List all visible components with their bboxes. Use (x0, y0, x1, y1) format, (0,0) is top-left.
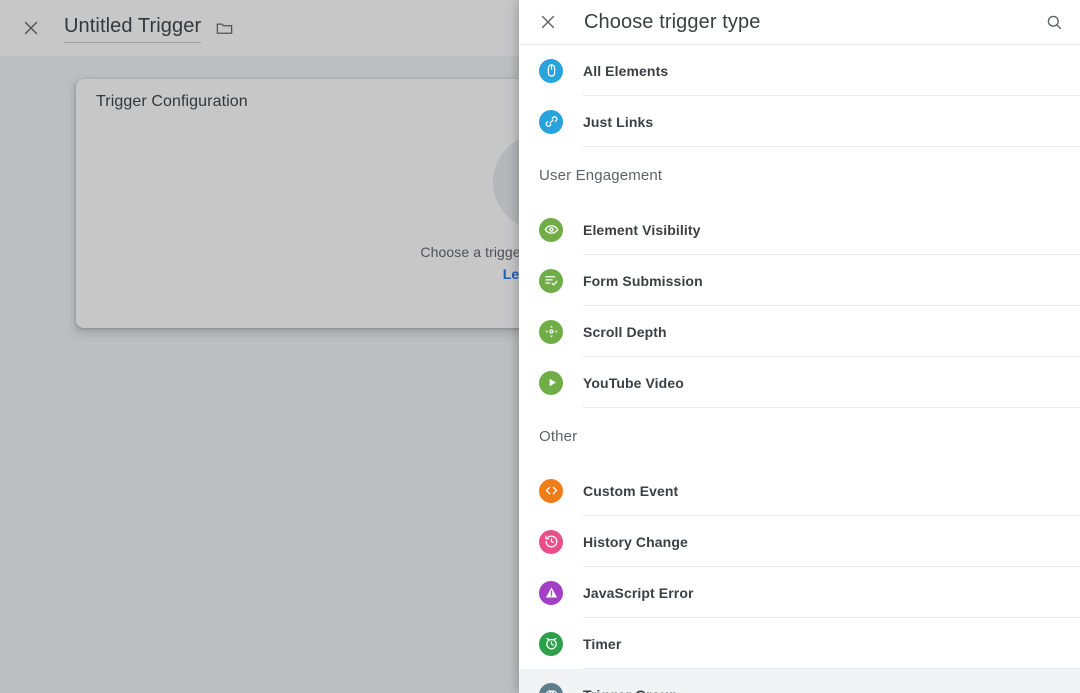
trigger-type-label: Trigger Group (583, 687, 678, 693)
trigger-type-row[interactable]: Element Visibility (519, 204, 1080, 255)
form-check-icon (539, 268, 563, 293)
trigger-type-label: Custom Event (583, 482, 679, 499)
trigger-type-row[interactable]: Trigger Group (519, 669, 1080, 693)
trigger-type-label: Scroll Depth (583, 323, 667, 340)
trigger-type-label: YouTube Video (583, 374, 684, 391)
choose-trigger-type-panel: Choose trigger type All Elements Just Lin… (519, 0, 1080, 693)
trigger-type-row[interactable]: Timer (519, 618, 1080, 669)
trigger-type-row[interactable]: Form Submission (519, 255, 1080, 306)
trigger-type-row[interactable]: JavaScript Error (519, 567, 1080, 618)
trigger-type-label: JavaScript Error (583, 584, 694, 601)
trigger-type-list[interactable]: All Elements Just Links User Engagement Ele… (519, 45, 1080, 693)
link-icon (539, 109, 563, 134)
trigger-type-label: All Elements (583, 62, 669, 79)
alarm-clock-icon (539, 631, 563, 656)
code-brackets-icon (539, 478, 563, 503)
panel-title: Choose trigger type (584, 10, 761, 33)
section-header: User Engagement (539, 167, 663, 184)
trigger-type-row[interactable]: All Elements (519, 45, 1080, 96)
trigger-type-row[interactable]: History Change (519, 516, 1080, 567)
trigger-type-row[interactable]: Just Links (519, 96, 1080, 147)
play-icon (539, 370, 563, 395)
panel-header: Choose trigger type (519, 0, 1080, 45)
app-root: Untitled Trigger Trigger Configuration C… (0, 0, 1080, 693)
eye-icon (539, 217, 563, 242)
row-divider (583, 407, 1080, 408)
trigger-type-label: Timer (583, 635, 622, 652)
close-icon[interactable] (531, 5, 565, 39)
trigger-type-row[interactable]: Custom Event (519, 465, 1080, 516)
scroll-arrows-icon (539, 319, 563, 344)
search-icon[interactable] (1036, 4, 1072, 40)
warning-triangle-icon (539, 580, 563, 605)
row-divider (583, 146, 1080, 147)
trigger-group-icon (539, 682, 563, 693)
trigger-type-label: Form Submission (583, 272, 703, 289)
history-clock-icon (539, 529, 563, 554)
section-header: Other (539, 428, 578, 445)
mouse-click-icon (539, 58, 563, 83)
trigger-type-label: History Change (583, 533, 688, 550)
trigger-type-row[interactable]: YouTube Video (519, 357, 1080, 408)
trigger-type-label: Element Visibility (583, 221, 701, 238)
trigger-type-label: Just Links (583, 113, 654, 130)
trigger-type-row[interactable]: Scroll Depth (519, 306, 1080, 357)
